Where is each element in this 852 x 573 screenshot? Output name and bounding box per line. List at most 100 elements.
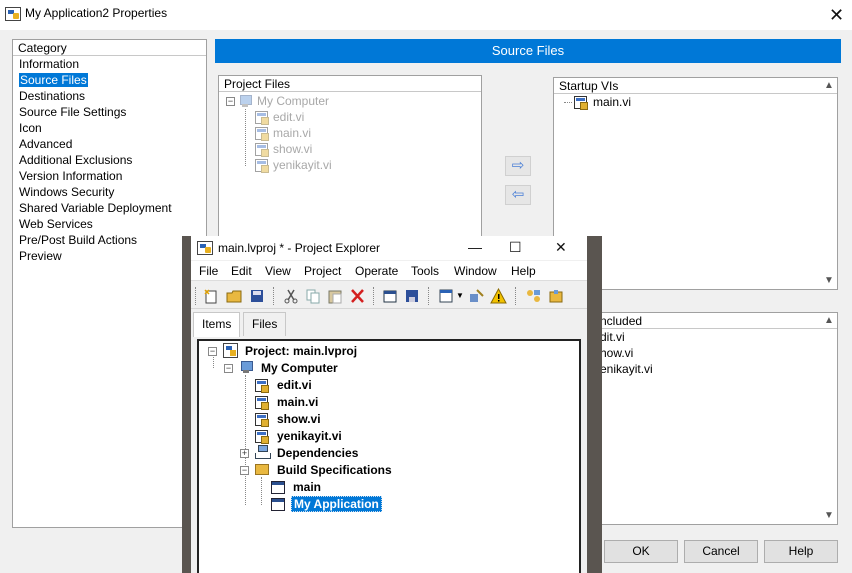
vi-file-icon <box>255 143 269 157</box>
computer-icon <box>239 95 252 108</box>
toolbar-separator <box>195 287 197 305</box>
tab-files[interactable]: Files <box>243 312 287 336</box>
project-tree[interactable]: − Project: main.lvproj − My Computer edi… <box>197 339 581 573</box>
menu-bar: File Edit View Project Operate Tools Win… <box>191 261 587 281</box>
tree-line <box>261 477 262 505</box>
startup-vi-item[interactable]: main.vi <box>593 94 631 110</box>
category-header: Category <box>13 40 206 56</box>
tree-item-file[interactable]: show.vi <box>277 411 321 427</box>
title-bar: My Application2 Properties ✕ <box>0 0 852 30</box>
expand-toggle[interactable]: + <box>240 449 249 458</box>
minimize-button[interactable]: — <box>468 239 482 255</box>
menu-edit[interactable]: Edit <box>231 264 252 278</box>
menu-view[interactable]: View <box>265 264 291 278</box>
settings-tool-icon[interactable] <box>468 288 485 304</box>
category-item-shared-variable-deployment[interactable]: Shared Variable Deployment <box>13 200 206 216</box>
vi-file-icon <box>255 396 269 410</box>
new-file-icon[interactable] <box>203 288 220 304</box>
copy-icon[interactable] <box>305 288 322 304</box>
tree-item-dependencies[interactable]: Dependencies <box>277 445 358 461</box>
tree-line <box>245 109 246 166</box>
paste-icon[interactable] <box>327 288 344 304</box>
category-item-destinations[interactable]: Destinations <box>13 88 206 104</box>
tree-item-file[interactable]: yenikayit.vi <box>273 157 332 173</box>
menu-project[interactable]: Project <box>304 264 341 278</box>
tree-item-file[interactable]: yenikayit.vi <box>277 428 342 444</box>
close-button[interactable]: ✕ <box>555 239 567 255</box>
menu-tools[interactable]: Tools <box>411 264 439 278</box>
scroll-down-arrow[interactable]: ▼ <box>822 509 836 523</box>
save-all-icon[interactable] <box>249 288 266 304</box>
selected-label: My Application <box>291 496 382 512</box>
collapse-toggle[interactable]: − <box>224 364 233 373</box>
category-item-icon[interactable]: Icon <box>13 120 206 136</box>
build-icon[interactable] <box>382 288 399 304</box>
remove-arrow-button[interactable]: ⇦ <box>505 185 531 205</box>
open-folder-icon[interactable] <box>226 288 243 304</box>
add-arrow-button[interactable]: ⇨ <box>505 156 531 176</box>
list-view-icon[interactable] <box>438 288 455 304</box>
scroll-down-arrow[interactable]: ▼ <box>822 274 836 288</box>
tree-item-build-specifications[interactable]: Build Specifications <box>277 462 392 478</box>
tree-item-file[interactable]: edit.vi <box>273 109 304 125</box>
tree-line <box>213 357 214 368</box>
category-item-windows-security[interactable]: Windows Security <box>13 184 206 200</box>
project-files-tree[interactable]: Project Files − My Computer edit.vi main… <box>218 75 482 245</box>
category-item-version-information[interactable]: Version Information <box>13 168 206 184</box>
scroll-up-arrow[interactable]: ▲ <box>822 314 836 328</box>
category-item-information[interactable]: Information <box>13 56 206 72</box>
collapse-toggle[interactable]: − <box>226 97 235 106</box>
category-item-preview[interactable]: Preview <box>13 248 206 264</box>
menu-operate[interactable]: Operate <box>355 264 398 278</box>
tree-item-my-computer[interactable]: My Computer <box>257 93 329 109</box>
tree-item-build-my-application[interactable]: My Application <box>291 496 382 512</box>
tree-item-project[interactable]: Project: main.lvproj <box>245 343 357 359</box>
included-item[interactable]: dit.vi <box>600 329 625 345</box>
tab-items[interactable]: Items <box>193 312 241 337</box>
close-button[interactable]: ✕ <box>829 6 844 24</box>
computer-icon <box>240 361 253 374</box>
warning-icon[interactable] <box>490 288 507 304</box>
tree-item-file[interactable]: show.vi <box>273 141 312 157</box>
build-spec-icon <box>271 498 285 511</box>
tree-item-build-main[interactable]: main <box>293 479 321 495</box>
cut-icon[interactable] <box>283 288 300 304</box>
scroll-up-arrow[interactable]: ▲ <box>822 79 836 93</box>
category-list: Category Information Source Files Destin… <box>12 39 207 528</box>
toolbar-separator <box>428 287 430 305</box>
dependencies-icon <box>255 445 271 459</box>
collapse-toggle[interactable]: − <box>240 466 249 475</box>
vi-file-icon <box>574 96 588 110</box>
build-specifications-icon <box>255 464 269 475</box>
menu-window[interactable]: Window <box>454 264 497 278</box>
menu-help[interactable]: Help <box>511 264 536 278</box>
included-item[interactable]: how.vi <box>600 345 633 361</box>
menu-file[interactable]: File <box>199 264 218 278</box>
cancel-button[interactable]: Cancel <box>684 540 758 563</box>
tree-item-file[interactable]: main.vi <box>277 394 318 410</box>
category-item-source-files[interactable]: Source Files <box>13 72 206 88</box>
tree-item-my-computer[interactable]: My Computer <box>261 360 338 376</box>
collapse-toggle[interactable]: − <box>208 347 217 356</box>
ok-button[interactable]: OK <box>604 540 678 563</box>
category-item-additional-exclusions[interactable]: Additional Exclusions <box>13 152 206 168</box>
delete-icon[interactable] <box>349 288 366 304</box>
package-icon[interactable] <box>548 288 565 304</box>
help-button[interactable]: Help <box>764 540 838 563</box>
toolbar-separator <box>273 287 275 305</box>
explorer-tabs: Items Files <box>191 312 587 337</box>
included-item[interactable]: enikayit.vi <box>600 361 653 377</box>
maximize-button[interactable]: ☐ <box>509 239 522 255</box>
category-item-advanced[interactable]: Advanced <box>13 136 206 152</box>
toolbar-separator <box>373 287 375 305</box>
category-item-web-services[interactable]: Web Services <box>13 216 206 232</box>
tree-item-file[interactable]: edit.vi <box>277 377 312 393</box>
save-project-icon[interactable] <box>404 288 421 304</box>
dropdown-arrow-icon[interactable]: ▼ <box>456 291 464 300</box>
explorer-window-title: main.lvproj * - Project Explorer <box>218 241 381 255</box>
category-item-source-file-settings[interactable]: Source File Settings <box>13 104 206 120</box>
category-item-pre-post-build-actions[interactable]: Pre/Post Build Actions <box>13 232 206 248</box>
dependencies-tool-icon[interactable] <box>525 288 542 304</box>
tree-line <box>245 375 246 505</box>
tree-item-file[interactable]: main.vi <box>273 125 311 141</box>
